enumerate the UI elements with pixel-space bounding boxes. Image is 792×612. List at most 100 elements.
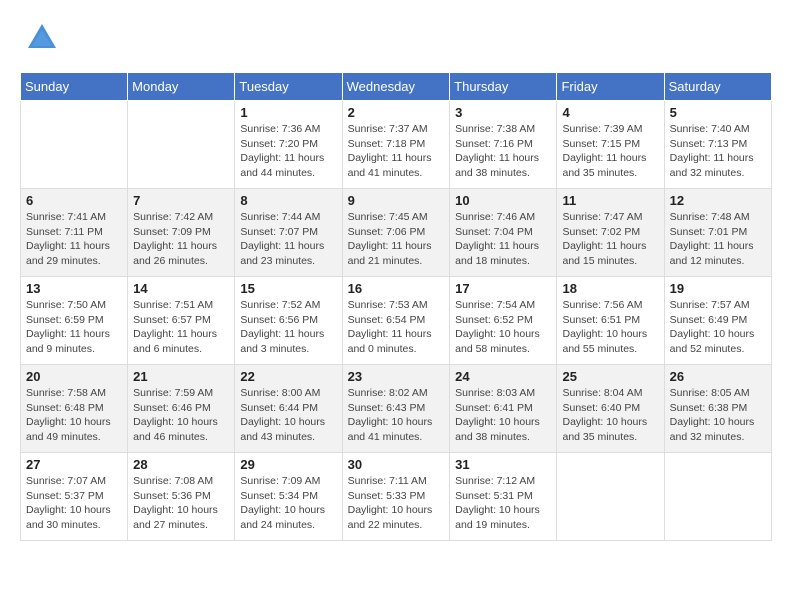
day-number: 29: [240, 457, 336, 472]
day-number: 2: [348, 105, 445, 120]
day-info: Sunrise: 7:53 AM Sunset: 6:54 PM Dayligh…: [348, 298, 445, 357]
day-number: 16: [348, 281, 445, 296]
day-number: 11: [562, 193, 658, 208]
calendar-cell: [21, 101, 128, 189]
day-info: Sunrise: 7:39 AM Sunset: 7:15 PM Dayligh…: [562, 122, 658, 181]
calendar-cell: 1Sunrise: 7:36 AM Sunset: 7:20 PM Daylig…: [235, 101, 342, 189]
day-number: 4: [562, 105, 658, 120]
calendar-cell: 10 Sunrise: 7:46 AM Sunset: 7:04 PM Dayli…: [450, 189, 557, 277]
day-header-tuesday: Tuesday: [235, 73, 342, 101]
day-info: Sunrise: 7:58 AM Sunset: 6:48 PM Dayligh…: [26, 386, 122, 445]
day-number: 25: [562, 369, 658, 384]
day-number: 12: [670, 193, 766, 208]
week-row-5: 27Sunrise: 7:07 AM Sunset: 5:37 PM Dayli…: [21, 453, 772, 541]
day-number: 6: [26, 193, 122, 208]
day-number: 10: [455, 193, 551, 208]
calendar-cell: 3 Sunrise: 7:38 AM Sunset: 7:16 PM Daylig…: [450, 101, 557, 189]
day-info: Sunrise: 7:08 AM Sunset: 5:36 PM Dayligh…: [133, 474, 229, 533]
day-info: Sunrise: 7:52 AM Sunset: 6:56 PM Dayligh…: [240, 298, 336, 357]
calendar-cell: 11Sunrise: 7:47 AM Sunset: 7:02 PM Dayli…: [557, 189, 664, 277]
calendar-cell: 24 Sunrise: 8:03 AM Sunset: 6:41 PM Dayli…: [450, 365, 557, 453]
day-info: Sunrise: 7:12 AM Sunset: 5:31 PM Dayligh…: [455, 474, 551, 533]
day-header-sunday: Sunday: [21, 73, 128, 101]
day-info: Sunrise: 7:11 AM Sunset: 5:33 PM Dayligh…: [348, 474, 445, 533]
logo: [20, 20, 60, 56]
calendar-cell: 2 Sunrise: 7:37 AM Sunset: 7:18 PM Daylig…: [342, 101, 450, 189]
calendar-cell: 6 Sunrise: 7:41 AM Sunset: 7:11 PM Daylig…: [21, 189, 128, 277]
day-info: Sunrise: 7:57 AM Sunset: 6:49 PM Dayligh…: [670, 298, 766, 357]
day-info: Sunrise: 7:44 AM Sunset: 7:07 PM Dayligh…: [240, 210, 336, 269]
calendar-cell: 20 Sunrise: 7:58 AM Sunset: 6:48 PM Dayli…: [21, 365, 128, 453]
day-info: Sunrise: 8:05 AM Sunset: 6:38 PM Dayligh…: [670, 386, 766, 445]
day-number: 30: [348, 457, 445, 472]
calendar-cell: 16 Sunrise: 7:53 AM Sunset: 6:54 PM Dayli…: [342, 277, 450, 365]
day-number: 17: [455, 281, 551, 296]
day-number: 1: [240, 105, 336, 120]
day-number: 31: [455, 457, 551, 472]
day-info: Sunrise: 8:02 AM Sunset: 6:43 PM Dayligh…: [348, 386, 445, 445]
day-header-saturday: Saturday: [664, 73, 771, 101]
day-number: 22: [240, 369, 336, 384]
day-number: 8: [240, 193, 336, 208]
calendar-cell: 28 Sunrise: 7:08 AM Sunset: 5:36 PM Dayli…: [128, 453, 235, 541]
day-info: Sunrise: 7:41 AM Sunset: 7:11 PM Dayligh…: [26, 210, 122, 269]
week-row-4: 20 Sunrise: 7:58 AM Sunset: 6:48 PM Dayli…: [21, 365, 772, 453]
day-info: Sunrise: 7:59 AM Sunset: 6:46 PM Dayligh…: [133, 386, 229, 445]
calendar-cell: [557, 453, 664, 541]
calendar-cell: 31 Sunrise: 7:12 AM Sunset: 5:31 PM Dayli…: [450, 453, 557, 541]
day-number: 26: [670, 369, 766, 384]
calendar-cell: 22 Sunrise: 8:00 AM Sunset: 6:44 PM Dayli…: [235, 365, 342, 453]
day-info: Sunrise: 7:09 AM Sunset: 5:34 PM Dayligh…: [240, 474, 336, 533]
calendar-cell: 26 Sunrise: 8:05 AM Sunset: 6:38 PM Dayli…: [664, 365, 771, 453]
calendar-cell: 12 Sunrise: 7:48 AM Sunset: 7:01 PM Dayli…: [664, 189, 771, 277]
calendar-cell: 21 Sunrise: 7:59 AM Sunset: 6:46 PM Dayli…: [128, 365, 235, 453]
calendar-cell: 13Sunrise: 7:50 AM Sunset: 6:59 PM Dayli…: [21, 277, 128, 365]
day-info: Sunrise: 7:42 AM Sunset: 7:09 PM Dayligh…: [133, 210, 229, 269]
day-info: Sunrise: 7:07 AM Sunset: 5:37 PM Dayligh…: [26, 474, 122, 533]
calendar-cell: 29 Sunrise: 7:09 AM Sunset: 5:34 PM Dayli…: [235, 453, 342, 541]
day-info: Sunrise: 8:00 AM Sunset: 6:44 PM Dayligh…: [240, 386, 336, 445]
calendar-cell: 8 Sunrise: 7:44 AM Sunset: 7:07 PM Daylig…: [235, 189, 342, 277]
calendar-cell: 27Sunrise: 7:07 AM Sunset: 5:37 PM Dayli…: [21, 453, 128, 541]
week-row-2: 6 Sunrise: 7:41 AM Sunset: 7:11 PM Daylig…: [21, 189, 772, 277]
day-number: 24: [455, 369, 551, 384]
day-info: Sunrise: 7:37 AM Sunset: 7:18 PM Dayligh…: [348, 122, 445, 181]
day-info: Sunrise: 7:48 AM Sunset: 7:01 PM Dayligh…: [670, 210, 766, 269]
day-number: 15: [240, 281, 336, 296]
day-info: Sunrise: 8:04 AM Sunset: 6:40 PM Dayligh…: [562, 386, 658, 445]
day-number: 19: [670, 281, 766, 296]
day-info: Sunrise: 8:03 AM Sunset: 6:41 PM Dayligh…: [455, 386, 551, 445]
calendar-cell: 19 Sunrise: 7:57 AM Sunset: 6:49 PM Dayli…: [664, 277, 771, 365]
day-info: Sunrise: 7:50 AM Sunset: 6:59 PM Dayligh…: [26, 298, 122, 357]
calendar-cell: 17 Sunrise: 7:54 AM Sunset: 6:52 PM Dayli…: [450, 277, 557, 365]
day-info: Sunrise: 7:51 AM Sunset: 6:57 PM Dayligh…: [133, 298, 229, 357]
calendar-cell: 15 Sunrise: 7:52 AM Sunset: 6:56 PM Dayli…: [235, 277, 342, 365]
calendar-table: SundayMondayTuesdayWednesdayThursdayFrid…: [20, 72, 772, 541]
day-number: 18: [562, 281, 658, 296]
page-header: [20, 20, 772, 56]
day-header-monday: Monday: [128, 73, 235, 101]
calendar-cell: 18 Sunrise: 7:56 AM Sunset: 6:51 PM Dayli…: [557, 277, 664, 365]
calendar-cell: 5 Sunrise: 7:40 AM Sunset: 7:13 PM Daylig…: [664, 101, 771, 189]
day-info: Sunrise: 7:38 AM Sunset: 7:16 PM Dayligh…: [455, 122, 551, 181]
day-number: 20: [26, 369, 122, 384]
day-number: 21: [133, 369, 229, 384]
day-number: 28: [133, 457, 229, 472]
day-number: 7: [133, 193, 229, 208]
day-info: Sunrise: 7:40 AM Sunset: 7:13 PM Dayligh…: [670, 122, 766, 181]
day-info: Sunrise: 7:56 AM Sunset: 6:51 PM Dayligh…: [562, 298, 658, 357]
day-number: 3: [455, 105, 551, 120]
calendar-cell: 4 Sunrise: 7:39 AM Sunset: 7:15 PM Daylig…: [557, 101, 664, 189]
calendar-cell: 23Sunrise: 8:02 AM Sunset: 6:43 PM Dayli…: [342, 365, 450, 453]
day-number: 14: [133, 281, 229, 296]
day-info: Sunrise: 7:54 AM Sunset: 6:52 PM Dayligh…: [455, 298, 551, 357]
day-number: 9: [348, 193, 445, 208]
logo-icon: [24, 20, 60, 56]
day-info: Sunrise: 7:45 AM Sunset: 7:06 PM Dayligh…: [348, 210, 445, 269]
day-info: Sunrise: 7:46 AM Sunset: 7:04 PM Dayligh…: [455, 210, 551, 269]
calendar-cell: 30 Sunrise: 7:11 AM Sunset: 5:33 PM Dayli…: [342, 453, 450, 541]
week-row-3: 13Sunrise: 7:50 AM Sunset: 6:59 PM Dayli…: [21, 277, 772, 365]
day-number: 5: [670, 105, 766, 120]
day-header-thursday: Thursday: [450, 73, 557, 101]
day-header-friday: Friday: [557, 73, 664, 101]
